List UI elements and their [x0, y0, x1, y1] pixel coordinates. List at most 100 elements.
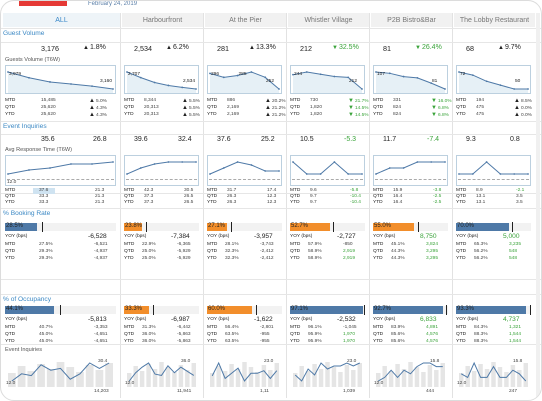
row-label-mtd: MTD — [290, 325, 301, 330]
occupancy-period-value: 84.3% — [474, 325, 488, 330]
row-label-mtd: MTD — [5, 188, 16, 193]
spark-point — [485, 80, 488, 83]
booking-rate-period-value: 22.9% — [142, 242, 156, 247]
spark-line — [7, 161, 114, 175]
response-period-delta: 26.5 — [184, 194, 194, 199]
row-label-qtd: QTD — [207, 194, 218, 199]
row-label-ytd: YTD — [290, 339, 300, 344]
booking-rate-yoy: -7,384 — [171, 233, 190, 240]
inquiry-response-value: 11.7 — [383, 136, 397, 143]
spark-point — [28, 76, 30, 79]
guest-volume-change: 1.8% — [83, 44, 106, 51]
booking-rate-period-delta: -2,412 — [260, 249, 274, 254]
row-label-ytd: YTD — [207, 339, 217, 344]
guest-volume-value: 2,534 — [134, 44, 152, 53]
spark-point — [126, 173, 128, 175]
booking-rate-pct: 70.0% — [457, 223, 475, 229]
event-bar — [331, 367, 337, 387]
subtitle-guests-volume: Guests Volume (T6W) — [5, 57, 61, 63]
occupancy-yoy: -2,532 — [337, 316, 356, 323]
row-label-yoy: YOY (bps) — [290, 317, 313, 322]
occupancy-pct: 44.1% — [6, 306, 24, 312]
guest-period-value: 15,485 — [41, 98, 56, 103]
spark-value-label: 252 — [266, 79, 275, 84]
response-period-value: 31.7 — [227, 188, 237, 193]
occupancy-yoy: -1,622 — [254, 316, 273, 323]
booking-rate-target-marker — [42, 222, 44, 232]
spark-point — [527, 88, 529, 90]
event-bar — [165, 367, 171, 387]
response-period-delta: -10.4 — [350, 194, 361, 199]
guest-period-value: 1,820 — [310, 105, 323, 110]
guest-volume-value: 3,176 — [41, 44, 59, 53]
occupancy-yoy: 4,737 — [503, 316, 520, 323]
occupancy-target-marker — [59, 305, 61, 315]
column-header-0[interactable]: ALL — [3, 13, 120, 27]
event-bar — [325, 362, 330, 387]
spark-point — [209, 173, 211, 175]
inquiry-response-delta: 0.8 — [510, 136, 520, 143]
response-period-value: 16.4 — [393, 200, 403, 205]
response-period-value: 9.7 — [310, 200, 317, 205]
occupancy-period-value: 95.9% — [308, 339, 322, 344]
column-header-1[interactable]: Harbourfront — [122, 13, 203, 27]
guest-volume-value: 81 — [383, 44, 391, 53]
guest-period-change: 5.5% — [182, 112, 200, 118]
row-label-ytd: YTD — [124, 112, 134, 117]
spark-value-label: 2,534 — [183, 79, 196, 84]
event-bar — [471, 371, 477, 387]
event-axis-label: 12.0 — [6, 381, 16, 386]
booking-rate-period-value: 32.3% — [225, 256, 239, 261]
spark-point — [222, 76, 225, 79]
row-label-yoy: YOY (bps) — [207, 234, 230, 239]
spark-point — [305, 173, 308, 175]
row-label-qtd: QTD — [124, 194, 135, 199]
response-period-delta: -5.8 — [350, 188, 359, 193]
section-event-inquiries: Event Inquiries — [3, 123, 47, 130]
occupancy-pct: 93.3% — [457, 306, 475, 312]
event-bar — [318, 369, 324, 387]
guest-volume-value: 281 — [217, 44, 229, 53]
response-period-delta: -3.8 — [433, 188, 442, 193]
column-header-2[interactable]: At the Pier — [205, 13, 286, 27]
occupancy-period-value: 88.3% — [474, 339, 488, 344]
guest-period-value: 2,169 — [227, 112, 240, 117]
column-divider — [286, 13, 287, 398]
response-period-delta: 30.5 — [184, 188, 194, 193]
row-label-yoy: YOY (bps) — [5, 234, 28, 239]
column-header-4[interactable]: P2B Bistro&Bar — [371, 13, 452, 27]
column-header-5[interactable]: The Lobby Restaurant — [454, 13, 535, 27]
row-label-mtd: MTD — [456, 242, 467, 247]
response-period-delta: 12.3 — [267, 194, 277, 199]
column-header-3[interactable]: Whistler Village — [288, 13, 369, 27]
row-label-qtd: QTD — [456, 332, 467, 337]
row-label-yoy: YOY (bps) — [456, 234, 479, 239]
row-label-qtd: QTD — [5, 332, 16, 337]
inquiry-response-delta: -5.3 — [344, 136, 357, 143]
row-label-qtd: QTD — [373, 105, 384, 110]
inquiry-response-value: 35.6 — [41, 136, 55, 143]
occupancy-period-delta: 1,970 — [343, 332, 356, 337]
booking-rate-period-delta: -850 — [343, 242, 353, 247]
row-label-yoy: YOY (bps) — [373, 234, 396, 239]
row-divider — [1, 344, 541, 345]
occupancy-period-value: 45.0% — [39, 332, 53, 337]
spark-value-label: 3,979 — [9, 72, 22, 77]
spark-point — [195, 88, 197, 90]
logo-tab[interactable] — [19, 1, 67, 6]
occupancy-period-value: 63.5% — [225, 339, 239, 344]
booking-rate-period-value: 57.9% — [308, 242, 322, 247]
scrollbar[interactable] — [536, 13, 540, 397]
occupancy-period-value: 83.9% — [391, 325, 405, 330]
occupancy-yoy: 6,833 — [420, 316, 437, 323]
occupancy-period-value: 88.3% — [474, 332, 488, 337]
row-label-mtd: MTD — [456, 188, 467, 193]
row-label-ytd: YTD — [456, 200, 466, 205]
guest-period-change: 6.8% — [431, 105, 449, 111]
spark-point — [361, 173, 363, 175]
response-baseline — [292, 179, 363, 180]
booking-rate-pct: 23.8% — [125, 223, 143, 229]
guest-volume-change: 6.2% — [166, 44, 189, 51]
spark-value-label: 3,160 — [100, 79, 113, 84]
row-label-ytd: YTD — [207, 256, 217, 261]
